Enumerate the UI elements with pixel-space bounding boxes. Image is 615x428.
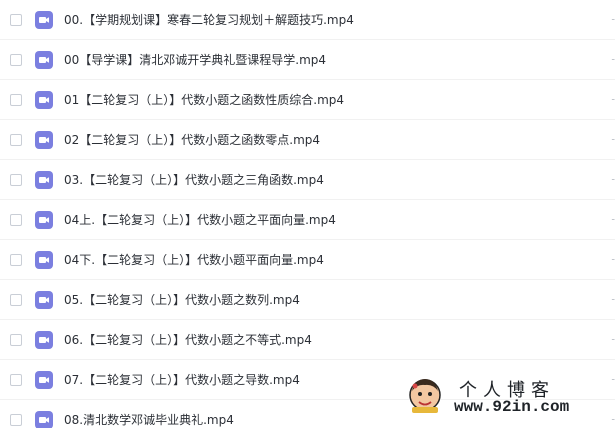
file-list: 00.【学期规划课】寒春二轮复习规划＋解题技巧.mp4-00【导学课】清北邓诚开…: [0, 0, 615, 428]
select-checkbox[interactable]: [10, 253, 22, 266]
row-edge-marker: -: [611, 374, 615, 385]
select-checkbox[interactable]: [10, 293, 22, 306]
select-checkbox[interactable]: [10, 413, 22, 426]
video-file-icon: [34, 330, 54, 350]
row-edge-marker: -: [611, 94, 615, 105]
file-name[interactable]: 06.【二轮复习（上）】代数小题之不等式.mp4: [64, 333, 312, 347]
video-file-icon: [34, 50, 54, 70]
row-edge-marker: -: [611, 174, 615, 185]
select-checkbox[interactable]: [10, 13, 22, 26]
file-name[interactable]: 05.【二轮复习（上）】代数小题之数列.mp4: [64, 293, 300, 307]
file-name[interactable]: 04上.【二轮复习（上）】代数小题之平面向量.mp4: [64, 213, 336, 227]
row-edge-marker: -: [611, 54, 615, 65]
video-file-icon: [34, 130, 54, 150]
list-item[interactable]: 00.【学期规划课】寒春二轮复习规划＋解题技巧.mp4 -: [0, 0, 615, 40]
video-file-icon: [34, 370, 54, 390]
select-checkbox[interactable]: [10, 53, 22, 66]
select-checkbox[interactable]: [10, 173, 22, 186]
file-name[interactable]: 00【导学课】清北邓诚开学典礼暨课程导学.mp4: [64, 53, 326, 67]
video-file-icon: [34, 250, 54, 270]
list-item[interactable]: 06.【二轮复习（上）】代数小题之不等式.mp4 -: [0, 320, 615, 360]
row-edge-marker: -: [611, 294, 615, 305]
video-file-icon: [34, 90, 54, 110]
file-list-page: 00.【学期规划课】寒春二轮复习规划＋解题技巧.mp4-00【导学课】清北邓诚开…: [0, 0, 615, 428]
file-name[interactable]: 04下.【二轮复习（上）】代数小题平面向量.mp4: [64, 253, 324, 267]
video-file-icon: [34, 290, 54, 310]
list-item[interactable]: 04下.【二轮复习（上）】代数小题平面向量.mp4 -: [0, 240, 615, 280]
list-item[interactable]: 02【二轮复习（上）】代数小题之函数零点.mp4 -: [0, 120, 615, 160]
file-name[interactable]: 02【二轮复习（上）】代数小题之函数零点.mp4: [64, 133, 320, 147]
video-file-icon: [34, 170, 54, 190]
row-edge-marker: -: [611, 414, 615, 425]
video-file-icon: [34, 10, 54, 30]
select-checkbox[interactable]: [10, 93, 22, 106]
select-checkbox[interactable]: [10, 373, 22, 386]
file-name[interactable]: 00.【学期规划课】寒春二轮复习规划＋解题技巧.mp4: [64, 13, 354, 27]
select-checkbox[interactable]: [10, 333, 22, 346]
row-edge-marker: -: [611, 334, 615, 345]
row-edge-marker: -: [611, 14, 615, 25]
watermark-url: www.92in.com: [454, 398, 570, 416]
row-edge-marker: -: [611, 214, 615, 225]
file-name[interactable]: 07.【二轮复习（上）】代数小题之导数.mp4: [64, 373, 300, 387]
file-name[interactable]: 08.清北数学邓诚毕业典礼.mp4: [64, 413, 234, 427]
list-item[interactable]: 01【二轮复习（上）】代数小题之函数性质综合.mp4 -: [0, 80, 615, 120]
row-edge-marker: -: [611, 134, 615, 145]
file-name[interactable]: 01【二轮复习（上）】代数小题之函数性质综合.mp4: [64, 93, 344, 107]
list-item[interactable]: 00【导学课】清北邓诚开学典礼暨课程导学.mp4 -: [0, 40, 615, 80]
list-item[interactable]: 03.【二轮复习（上）】代数小题之三角函数.mp4 -: [0, 160, 615, 200]
list-item[interactable]: 04上.【二轮复习（上）】代数小题之平面向量.mp4 -: [0, 200, 615, 240]
watermark: 个人博客 www.92in.com: [405, 374, 585, 418]
video-file-icon: [34, 410, 54, 428]
file-name[interactable]: 03.【二轮复习（上）】代数小题之三角函数.mp4: [64, 173, 324, 187]
row-edge-marker: -: [611, 254, 615, 265]
video-file-icon: [34, 210, 54, 230]
select-checkbox[interactable]: [10, 213, 22, 226]
list-item[interactable]: 05.【二轮复习（上）】代数小题之数列.mp4 -: [0, 280, 615, 320]
select-checkbox[interactable]: [10, 133, 22, 146]
cartoon-avatar-icon: [409, 379, 441, 413]
